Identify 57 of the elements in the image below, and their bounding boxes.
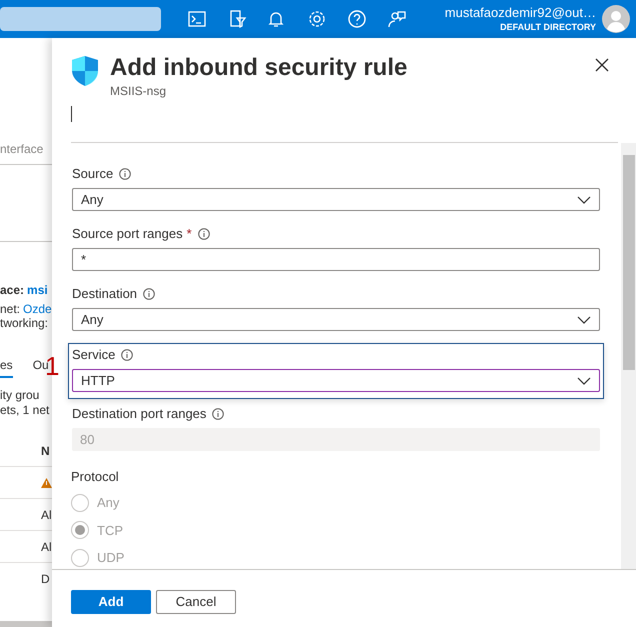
- field-label: Protocol: [71, 469, 120, 485]
- networking-label: tworking:: [0, 316, 50, 330]
- panel-title: Add inbound security rule: [110, 54, 408, 82]
- table-cell-text: Al: [41, 538, 52, 556]
- column-header: N: [40, 444, 51, 460]
- info-icon[interactable]: [212, 408, 224, 420]
- tab[interactable]: es: [0, 358, 13, 378]
- info-icon[interactable]: [143, 288, 156, 300]
- vnet-link[interactable]: Ozde: [23, 302, 52, 316]
- feedback-icon: [387, 9, 407, 29]
- horizontal-scrollbar[interactable]: [0, 621, 52, 627]
- summary-text: ets, 1 net: [0, 403, 50, 418]
- avatar-icon[interactable]: [602, 5, 630, 33]
- dropdown[interactable]: Any: [72, 308, 600, 331]
- radio-label: TCP: [97, 522, 123, 540]
- account-email[interactable]: mustafaozdemir92@out…: [444, 5, 596, 21]
- cancel-button[interactable]: Cancel: [156, 590, 236, 614]
- chevron-down-icon: [577, 316, 591, 324]
- chevron-down-icon: [577, 196, 591, 204]
- vnet-label: net:: [0, 302, 20, 316]
- input-field: 80: [72, 428, 600, 451]
- field-label: Source port ranges *: [72, 226, 192, 242]
- shield-icon: [72, 56, 98, 86]
- dropdown[interactable]: HTTP: [72, 369, 600, 392]
- info-icon[interactable]: [119, 168, 132, 180]
- table-cell-text: D: [41, 570, 50, 588]
- heading-label: ace:: [0, 283, 24, 297]
- field-label: Service: [72, 347, 116, 363]
- text-cursor: [71, 106, 72, 122]
- radio-label: Any: [97, 494, 120, 512]
- settings-button[interactable]: [307, 9, 327, 29]
- heading-link[interactable]: msi: [27, 283, 48, 297]
- terminal-button[interactable]: [187, 9, 207, 29]
- info-icon[interactable]: [198, 228, 210, 240]
- radio-label: UDP: [97, 549, 124, 567]
- info-icon[interactable]: [121, 349, 134, 361]
- panel-subtitle: MSIIS-nsg: [110, 83, 168, 99]
- dropdown[interactable]: Any: [72, 188, 600, 211]
- input-field[interactable]: *: [72, 248, 600, 271]
- chevron-down-icon: [577, 376, 591, 384]
- vertical-scrollbar[interactable]: [621, 143, 636, 569]
- tab-label[interactable]: nterface: [0, 142, 52, 156]
- scrollbar-thumb[interactable]: [623, 155, 635, 370]
- summary-text: ity grou: [0, 388, 40, 403]
- directory-name: DEFAULT DIRECTORY: [500, 21, 596, 33]
- terminal-icon: [187, 9, 207, 29]
- field-label: Destination port ranges: [72, 406, 206, 422]
- close-icon[interactable]: [595, 58, 609, 72]
- add-button[interactable]: Add: [71, 590, 151, 614]
- feedback-button[interactable]: [387, 9, 407, 29]
- help-button[interactable]: [347, 9, 367, 29]
- field-label: Destination: [72, 286, 138, 302]
- settings-icon: [307, 9, 327, 29]
- table-cell-text: Al: [41, 506, 52, 524]
- field-label: Source: [72, 166, 114, 182]
- search-field[interactable]: [0, 7, 161, 31]
- help-icon: [347, 9, 367, 29]
